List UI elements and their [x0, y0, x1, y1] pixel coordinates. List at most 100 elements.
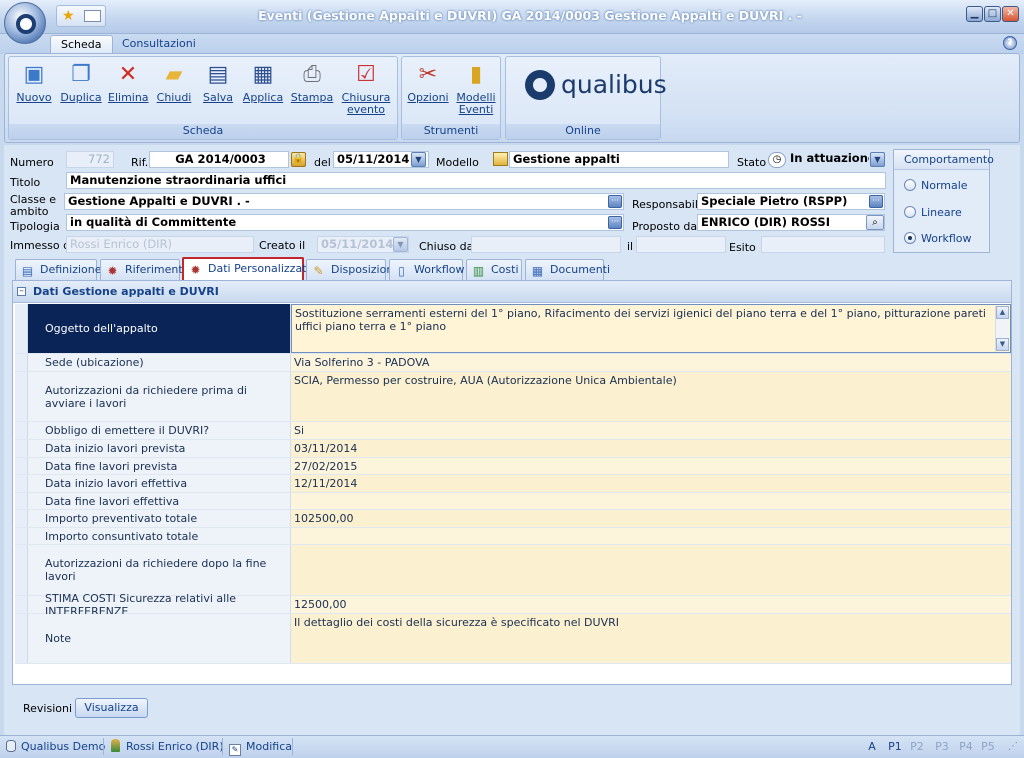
radio-workflow[interactable]: [904, 232, 916, 244]
collapse-icon[interactable]: –: [17, 287, 26, 296]
grid-row[interactable]: Data inizio lavori prevista 03/11/2014: [15, 440, 1011, 458]
tab-riferimenti[interactable]: ✹ Riferimenti: [100, 259, 186, 280]
money-icon: ▥: [472, 264, 485, 278]
modello-label: Modello: [436, 156, 479, 169]
tipologia-field[interactable]: in qualità di Committente: [66, 214, 624, 231]
close-button[interactable]: ✕: [1002, 6, 1019, 22]
grid-row[interactable]: Note Il dettaglio dei costi della sicurez…: [15, 614, 1011, 664]
grid-value[interactable]: [291, 545, 1011, 595]
grid-value[interactable]: Il dettaglio dei costi della sicurezza è…: [291, 614, 1011, 663]
numero-field: 772: [66, 151, 114, 168]
app-menu-orb[interactable]: [4, 2, 46, 44]
help-icon[interactable]: ?: [1003, 36, 1017, 50]
grid-value[interactable]: 102500,00: [291, 510, 1011, 527]
grid-key: Autorizzazioni da richiedere prima di av…: [28, 372, 291, 421]
grid-row[interactable]: Autorizzazioni da richiedere prima di av…: [15, 372, 1011, 422]
priority-p3[interactable]: P3: [932, 738, 952, 755]
grid-row[interactable]: Obbligo di emettere il DUVRI? Si: [15, 422, 1011, 440]
grid-row[interactable]: Data fine lavori prevista 27/02/2015: [15, 458, 1011, 475]
grid-row[interactable]: Oggetto dell'appalto Sostituzione serram…: [15, 304, 1011, 354]
grid-value[interactable]: Si: [291, 422, 1011, 439]
priority-p2[interactable]: P2: [907, 738, 927, 755]
grid-value[interactable]: 27/02/2015: [291, 458, 1011, 474]
scroll-down-icon[interactable]: ▼: [996, 338, 1009, 351]
grid-row[interactable]: Sede (ubicazione) Via Solferino 3 - PADOV…: [15, 354, 1011, 372]
applica-button[interactable]: ▦ Applica: [242, 62, 284, 122]
modelli-eventi-button[interactable]: ▮ Modelli Eventi: [453, 62, 499, 122]
del-label: del: [314, 156, 331, 169]
classe-field[interactable]: Gestione Appalti e DUVRI . -: [64, 193, 624, 210]
grid-key: Data fine lavori effettiva: [28, 493, 291, 509]
tab-definizione[interactable]: ▤ Definizione: [15, 259, 102, 280]
resize-grip-icon[interactable]: ⋰: [1008, 742, 1020, 754]
esito-field: [761, 236, 885, 253]
tipologia-lookup-icon[interactable]: ···: [608, 216, 622, 229]
tab-consultazioni[interactable]: Consultazioni: [112, 35, 206, 54]
priority-a[interactable]: A: [862, 738, 882, 755]
grid-row[interactable]: Data inizio lavori effettiva 12/11/2014: [15, 475, 1011, 493]
maximize-button[interactable]: □: [984, 6, 1001, 22]
numero-label: Numero: [10, 156, 54, 169]
clock-icon: ◷: [768, 152, 786, 168]
proposto-field[interactable]: ENRICO (DIR) ROSSI: [697, 214, 885, 231]
elimina-button[interactable]: ✕ Elimina: [108, 62, 149, 122]
chiudi-button[interactable]: ▰ Chiudi: [154, 62, 194, 122]
radio-lineare[interactable]: [904, 206, 916, 218]
salva-button[interactable]: ▤ Salva: [198, 62, 238, 122]
tab-workflow[interactable]: ▯ Workflow: [389, 259, 465, 280]
grid-value[interactable]: 12/11/2014: [291, 475, 1011, 492]
grid-value[interactable]: 12500,00: [291, 596, 1011, 613]
titolo-field[interactable]: Manutenzione straordinaria uffici: [66, 172, 886, 189]
duplica-button[interactable]: ❐ Duplica: [60, 62, 102, 122]
priority-p4[interactable]: P4: [956, 738, 976, 755]
grid-value[interactable]: [291, 493, 1011, 509]
checklist-icon: ☑: [356, 62, 376, 87]
tab-dati-personalizzati[interactable]: ✹ Dati Personalizzati: [182, 257, 310, 281]
minimize-button[interactable]: ▁: [966, 6, 983, 22]
stato-field[interactable]: In attuazione: [787, 151, 869, 168]
new-document-icon: ▣: [23, 62, 45, 87]
database-icon: [6, 740, 16, 752]
grid-value-textarea[interactable]: Sostituzione serramenti esterni del 1° p…: [291, 304, 1011, 353]
grid-row[interactable]: STIMA COSTI Sicurezza relativi alle INTE…: [15, 592, 1011, 618]
priority-p1[interactable]: P1: [885, 738, 905, 755]
responsabile-field[interactable]: Speciale Pietro (RSPP): [697, 193, 885, 210]
star-icon[interactable]: ★: [62, 8, 75, 24]
group-online-label: Online: [506, 124, 660, 139]
grid-value[interactable]: 03/11/2014: [291, 440, 1011, 457]
tab-costi[interactable]: ▥ Costi: [466, 259, 522, 280]
tab-scheda[interactable]: Scheda: [50, 35, 113, 54]
scroll-up-icon[interactable]: ▲: [996, 306, 1009, 319]
tab-documenti[interactable]: ▦ Documenti: [525, 259, 610, 280]
priority-p5[interactable]: P5: [978, 738, 998, 755]
folder-icon: ▰: [165, 62, 183, 87]
grid-row[interactable]: Importo consuntivato totale: [15, 528, 1011, 545]
mail-icon[interactable]: [84, 10, 101, 22]
stato-dropdown-icon[interactable]: ▼: [870, 152, 885, 167]
rif-field[interactable]: GA 2014/0003: [149, 151, 289, 168]
grid-row[interactable]: Autorizzazioni da richiedere dopo la fin…: [15, 545, 1011, 596]
chiusura-evento-button[interactable]: ☑ Chiusura evento: [340, 62, 392, 122]
lock-icon[interactable]: 🔒: [291, 152, 306, 167]
nuovo-button[interactable]: ▣ Nuovo: [14, 62, 54, 122]
visualizza-button[interactable]: Visualizza: [75, 698, 148, 718]
modello-field[interactable]: Gestione appalti: [509, 151, 729, 168]
comportamento-group: Comportamento Normale Lineare Workflow: [893, 149, 994, 253]
document-icon: ▤: [21, 264, 34, 278]
responsabile-lookup-icon[interactable]: ···: [869, 195, 883, 208]
tools-icon: ✂: [418, 62, 438, 87]
textarea-scrollbar[interactable]: ▲ ▼: [995, 306, 1009, 351]
search-icon[interactable]: ⌕: [866, 215, 884, 230]
grid-value[interactable]: SCIA, Permesso per costruire, AUA (Autor…: [291, 372, 1011, 421]
tab-disposizioni[interactable]: ✎ Disposizioni: [306, 259, 396, 280]
folder-icon: [493, 152, 508, 166]
grid-row[interactable]: Importo preventivato totale 102500,00: [15, 510, 1011, 528]
stampa-button[interactable]: ⎙ Stampa: [290, 62, 334, 122]
opzioni-button[interactable]: ✂ Opzioni: [407, 62, 449, 122]
radio-normale[interactable]: [904, 179, 916, 191]
grid-value[interactable]: [291, 528, 1011, 544]
classe-lookup-icon[interactable]: ···: [608, 195, 622, 208]
date-dropdown-icon[interactable]: ▼: [411, 152, 426, 167]
grid-value[interactable]: Via Solferino 3 - PADOVA: [291, 354, 1011, 371]
grid-row[interactable]: Data fine lavori effettiva: [15, 493, 1011, 510]
